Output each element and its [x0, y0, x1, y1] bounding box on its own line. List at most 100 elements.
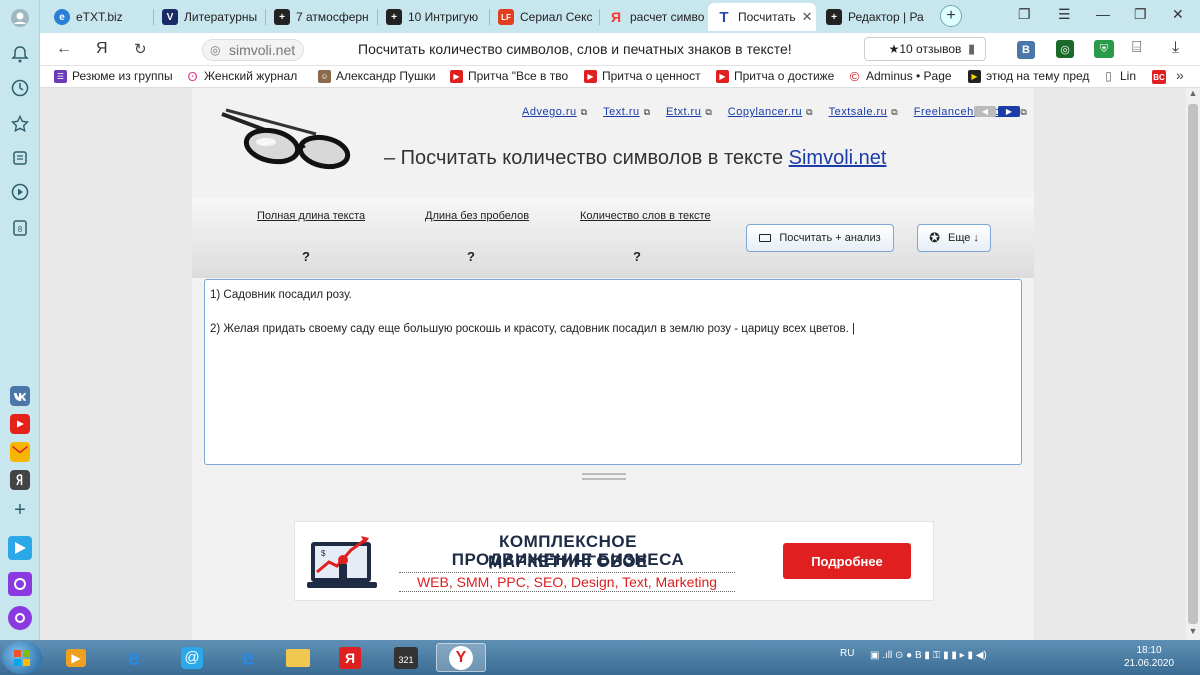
yandex-taskbar-icon[interactable]: Я	[328, 643, 372, 672]
scroll-thumb[interactable]	[1188, 104, 1198, 624]
tab-calculation[interactable]: Я расчет симво	[600, 3, 708, 31]
page-title: Посчитать количество символов, слов и пе…	[358, 41, 792, 57]
tab-count-active[interactable]: T Посчитать ✕	[708, 3, 816, 31]
voice-assistant-icon[interactable]	[8, 606, 32, 630]
full-length-label[interactable]: Полная длина текста	[257, 210, 365, 222]
vk-icon[interactable]	[10, 386, 30, 406]
new-tab-button[interactable]: +	[940, 5, 962, 27]
more-button[interactable]: ✪ Еще ↓	[917, 224, 991, 252]
external-link-icon: ⧉	[1020, 107, 1027, 117]
external-link-icon: ⧉	[580, 107, 588, 117]
extension-shield-icon[interactable]: ⛨	[1094, 40, 1114, 58]
bookmark-item[interactable]: ▶ этюд на тему пред	[968, 69, 1089, 83]
extension-green-icon[interactable]: ◎	[1056, 40, 1074, 58]
site-heading-link[interactable]: Simvoli.net	[789, 147, 887, 169]
bookmark-item[interactable]: ☰ Резюме из группы	[54, 69, 173, 83]
tab-series[interactable]: LF Сериал Секс	[490, 3, 600, 31]
count-analyze-button[interactable]: Посчитать + анализ	[746, 224, 894, 252]
close-tab-icon[interactable]: ✕	[802, 9, 813, 25]
partner-link-text[interactable]: Text.ru ⧉	[603, 106, 650, 118]
profile-icon[interactable]	[8, 6, 32, 30]
tab-etxt[interactable]: e eTXT.biz	[46, 3, 154, 31]
prev-arrow-icon[interactable]: ◀	[974, 106, 996, 117]
system-clock[interactable]: 18:10 21.06.2020	[1124, 644, 1174, 670]
close-window-button[interactable]: ✕	[1172, 6, 1184, 23]
no-spaces-length-value: ?	[467, 249, 475, 264]
tray-icons[interactable]: ▣ .ıll ⊙ ● B ▮ ⚿ ▮ ▮ ▸ ▮ ◀)	[870, 650, 987, 661]
language-indicator[interactable]: RU	[840, 648, 854, 659]
mail-icon[interactable]	[10, 442, 30, 462]
tab-label: Сериал Секс	[520, 10, 593, 24]
history-icon[interactable]	[8, 76, 32, 100]
bc-icon[interactable]: BC	[1152, 70, 1166, 84]
reload-icon[interactable]: ↻	[134, 40, 147, 58]
internet-explorer-icon[interactable]: e	[112, 643, 156, 672]
messenger-icon[interactable]	[8, 536, 32, 560]
women-journal-icon: ʘ	[187, 68, 198, 84]
ad-banner[interactable]: $ КОМПЛЕКСНОЕ МАРКЕТИНГОВОЕ ПРОДВИЖЕНИЕ …	[294, 521, 934, 601]
internet-explorer-icon[interactable]: e	[226, 643, 270, 672]
partner-link-textsale[interactable]: Textsale.ru ⧉	[829, 106, 898, 118]
bookmark-item[interactable]: ʘ Женский журнал	[186, 68, 297, 84]
bookmark-item[interactable]: ▶ Притча о ценност	[584, 69, 701, 83]
tab-bar: e eTXT.biz V Литературны + 7 атмосферн +…	[40, 0, 1200, 33]
external-link-icon: ⧉	[643, 107, 651, 117]
text-input-area[interactable]: 1) Садовник посадил розу. 2) Желая прида…	[204, 279, 1022, 465]
back-icon[interactable]: ←	[56, 40, 72, 58]
media-player-taskbar-icon[interactable]: ▶	[54, 643, 98, 672]
bookmark-item[interactable]: ▯ Lin	[1102, 69, 1136, 83]
extension-b-icon[interactable]: B	[1017, 41, 1035, 59]
tab-label: eTXT.biz	[76, 10, 123, 24]
start-button[interactable]	[2, 641, 42, 674]
notifications-icon[interactable]	[8, 42, 32, 66]
resize-handle[interactable]	[582, 473, 626, 480]
bookmark-item[interactable]: © Adminus • Page	[848, 69, 952, 84]
url-field[interactable]: ◎ simvoli.net	[202, 39, 305, 61]
literary-favicon-icon: V	[162, 9, 178, 25]
next-arrow-icon[interactable]: ▶	[998, 106, 1020, 117]
favorites-star-icon[interactable]	[8, 112, 32, 136]
yandex-app-icon[interactable]	[10, 470, 30, 490]
downloads-icon[interactable]: 8	[8, 216, 32, 240]
tab-atmosphere[interactable]: + 7 атмосферн	[266, 3, 378, 31]
play-icon: ▶	[968, 69, 981, 83]
translate-icon[interactable]: ⌸	[1132, 39, 1142, 57]
media-classic-icon[interactable]: 321	[384, 643, 428, 672]
minimize-button[interactable]: —	[1096, 6, 1110, 22]
word-count-label[interactable]: Количество слов в тексте	[580, 210, 711, 222]
tab-editor[interactable]: + Редактор | Ра	[818, 3, 930, 31]
restore-button[interactable]: ❐	[1134, 6, 1147, 23]
tab-intriguing[interactable]: + 10 Интригую	[378, 3, 490, 31]
external-link-icon: ⧉	[806, 107, 813, 117]
play-icon[interactable]	[8, 180, 32, 204]
partner-link-advego[interactable]: Advego.ru ⧉	[522, 106, 587, 118]
bookmark-item[interactable]: ☺ Александр Пушки	[318, 69, 436, 83]
yandex-browser-taskbar-icon[interactable]: Y	[436, 643, 486, 672]
youtube-icon[interactable]	[10, 414, 30, 434]
scroll-down-icon[interactable]: ▼	[1186, 626, 1200, 640]
banner-more-button[interactable]: Подробнее	[783, 543, 911, 579]
alice-assistant-icon[interactable]	[8, 572, 32, 596]
bookmark-item[interactable]: ▶ Притча "Все в тво	[450, 69, 568, 83]
download-icon[interactable]: ⤓	[1172, 39, 1179, 57]
tab-manager-icon[interactable]: ❐	[1018, 6, 1031, 23]
tab-literary[interactable]: V Литературны	[154, 3, 266, 31]
page-scrollbar[interactable]: ▲ ▼	[1186, 88, 1200, 640]
address-bar: ← Я ↻ ◎ simvoli.net Посчитать количество…	[40, 33, 1200, 66]
collections-icon[interactable]	[8, 146, 32, 170]
bookmark-icon[interactable]: ▮	[968, 41, 975, 57]
menu-icon[interactable]: ☰	[1058, 6, 1071, 23]
bookmark-item[interactable]: ▶ Притча о достиже	[716, 69, 834, 83]
partner-link-copylancer[interactable]: Copylancer.ru ⧉	[728, 106, 813, 118]
mail-taskbar-icon[interactable]: @	[170, 643, 214, 672]
external-link-icon: ⧉	[891, 107, 898, 117]
partner-link-etxt[interactable]: Etxt.ru ⧉	[666, 106, 712, 118]
tab-label: 10 Интригую	[408, 10, 479, 24]
add-app-icon[interactable]: +	[8, 498, 32, 522]
no-spaces-length-label[interactable]: Длина без пробелов	[425, 210, 529, 222]
scroll-up-icon[interactable]: ▲	[1186, 88, 1200, 102]
file-explorer-icon[interactable]	[276, 643, 320, 672]
stats-panel: Полная длина текста Длина без пробелов К…	[192, 198, 1034, 278]
more-bookmarks-icon[interactable]: »	[1176, 67, 1184, 83]
yandex-home-icon[interactable]: Я	[96, 40, 108, 58]
